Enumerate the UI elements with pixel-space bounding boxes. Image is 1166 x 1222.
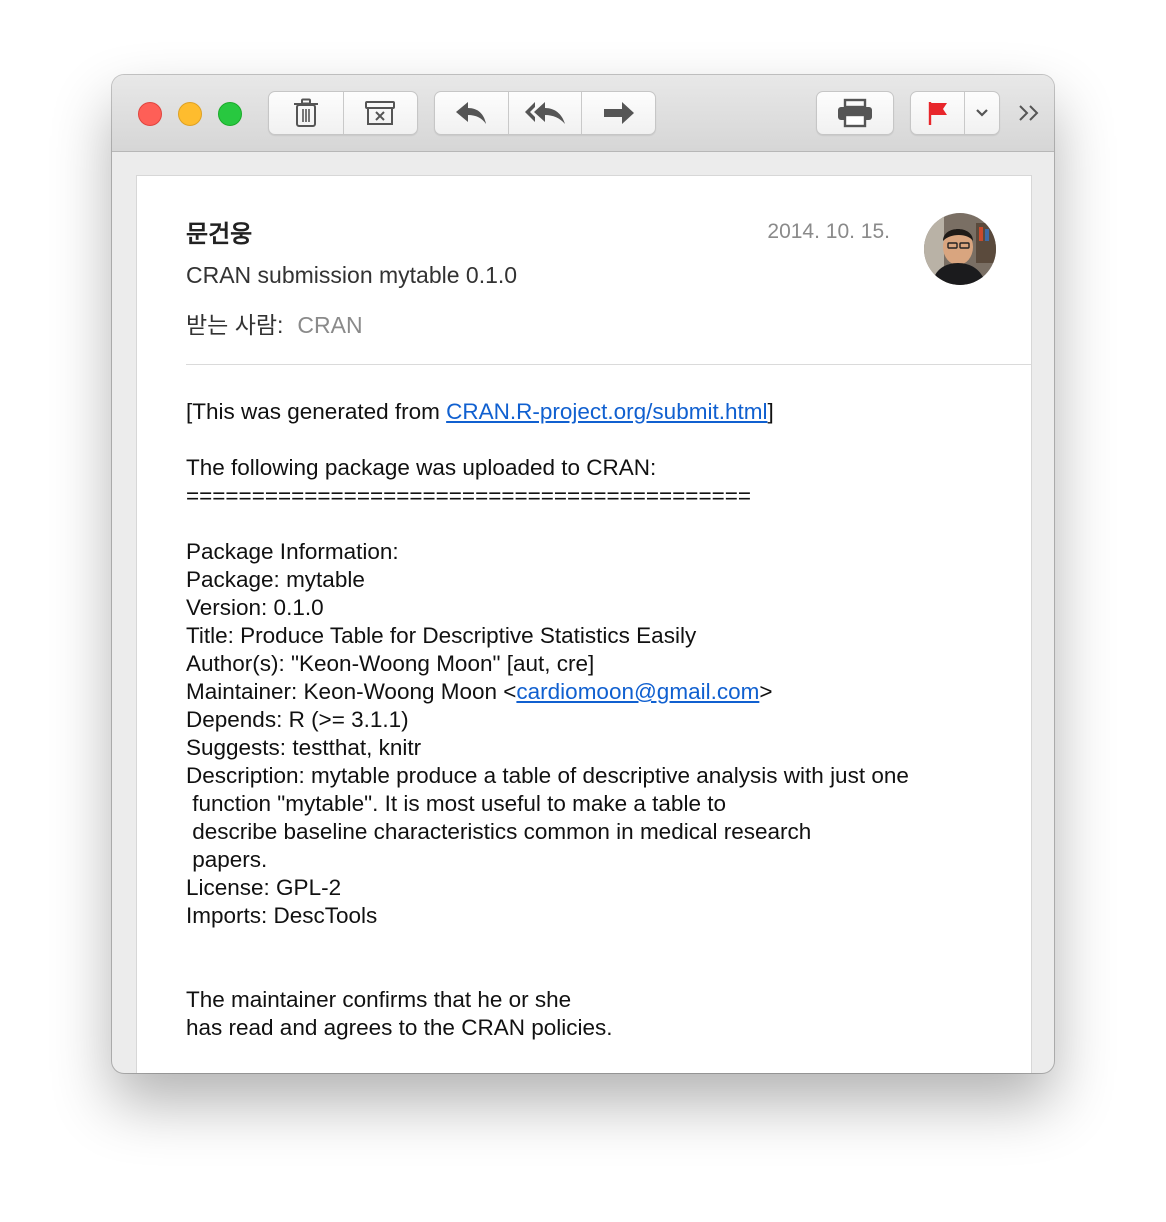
reply-all-button[interactable] [509,92,583,134]
flag-button[interactable] [911,92,966,134]
reply-icon [456,102,487,124]
close-window-button[interactable] [138,102,162,126]
body-line: has read and agrees to the CRAN policies… [186,1015,613,1040]
flag-icon [928,102,947,125]
body-line: Description: mytable produce a table of … [186,763,909,788]
recipient-name[interactable]: CRAN [297,312,362,338]
minimize-window-button[interactable] [178,102,202,126]
body-line: [This was generated from [186,399,447,424]
body-line: Title: Produce Table for Descriptive Sta… [186,623,697,648]
archive-button[interactable] [344,92,418,134]
body-line: describe baseline characteristics common… [186,819,812,844]
avatar-photo [924,213,996,285]
toolbar [112,75,1054,152]
body-line: ] [767,399,774,424]
reply-button[interactable] [435,92,509,134]
to-label: 받는 사람: [186,312,284,338]
body-line: The following package was uploaded to CR… [186,455,657,480]
more-toolbar-button[interactable] [1016,101,1044,125]
body-line: function "mytable". It is most useful to… [186,791,726,816]
body-line: ========================================… [186,483,752,508]
flag-menu-button[interactable] [965,92,999,134]
body-line: Maintainer: Keon-Woong Moon < [186,679,517,704]
reply-group [434,91,656,135]
delete-archive-group [268,91,418,135]
message-pane: 문건웅 2014. 10. 15. CRAN submission mytabl… [136,175,1032,1073]
archive-icon [365,101,396,125]
mail-window: 문건웅 2014. 10. 15. CRAN submission mytabl… [112,75,1054,1073]
delete-button[interactable] [269,92,344,134]
print-group [816,91,894,135]
avatar[interactable] [924,213,996,285]
body-line: > [759,679,773,704]
body-line: Version: 0.1.0 [186,595,324,620]
header-divider [186,364,1031,365]
reply-all-icon [525,102,565,124]
trash-icon [293,98,318,127]
chevron-down-icon [976,109,988,117]
flag-group [910,91,1000,135]
sender-name: 문건웅 [186,221,253,248]
body-line: Suggests: testthat, knitr [186,735,422,760]
message-subject: CRAN submission mytable 0.1.0 [186,262,518,288]
body-line: Depends: R (>= 3.1.1) [186,707,409,732]
forward-button[interactable] [582,92,655,134]
recipient-row: 받는 사람: CRAN [186,306,363,340]
message-date: 2014. 10. 15. [767,220,890,243]
more-icon [1019,105,1039,121]
body-line: The maintainer confirms that he or she [186,987,572,1012]
body-line: Package: mytable [186,567,365,592]
body-line: Author(s): "Keon-Woong Moon" [aut, cre] [186,651,595,676]
body-line: Imports: DescTools [186,903,378,928]
body-line: License: GPL-2 [186,875,342,900]
submit-page-link[interactable]: CRAN.R-project.org/submit.html [446,399,767,424]
maintainer-email-link[interactable]: cardiomoon@gmail.com [516,679,759,704]
body-line: Package Information: [186,539,399,564]
zoom-window-button[interactable] [218,102,242,126]
message-body: [This was generated from CRAN.R-project.… [186,398,1006,1042]
forward-icon [603,102,634,124]
print-button[interactable] [817,92,893,134]
body-line: papers. [186,847,268,872]
print-icon [838,98,872,128]
